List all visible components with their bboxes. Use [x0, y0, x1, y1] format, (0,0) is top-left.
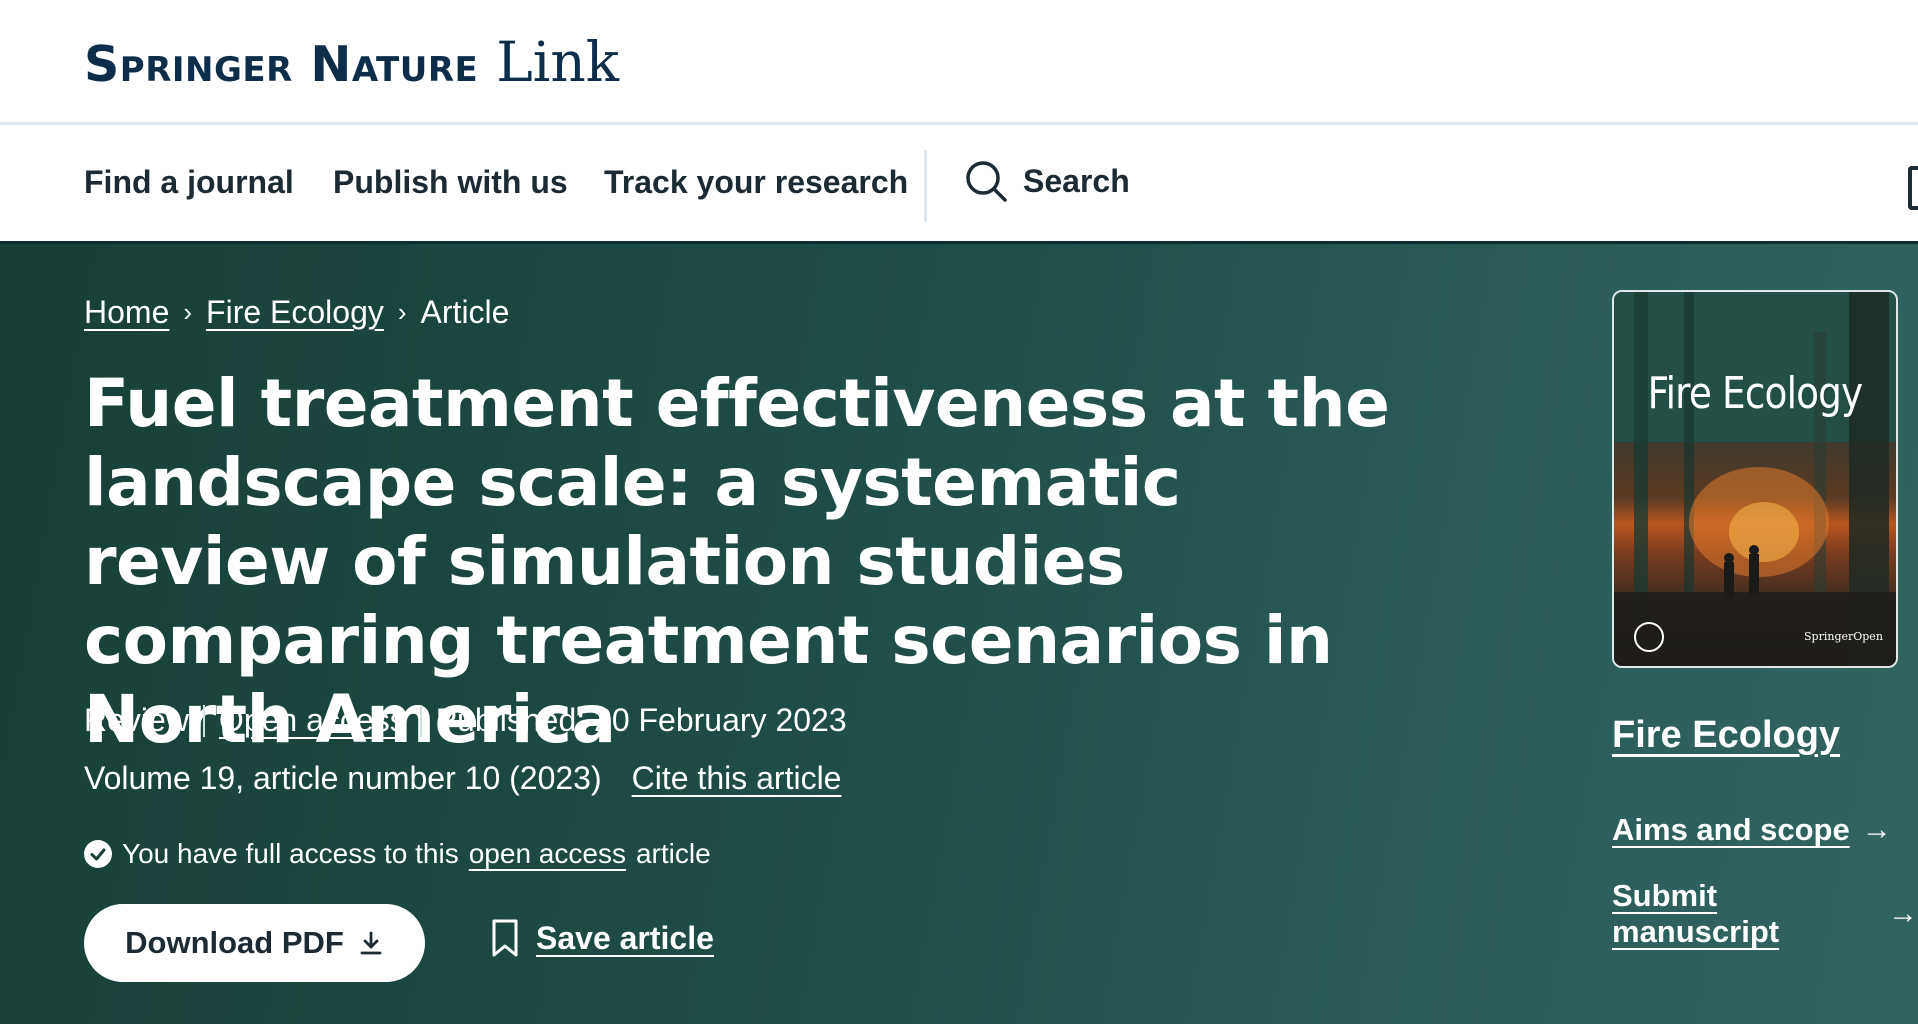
cite-article-link[interactable]: Cite this article: [632, 760, 842, 797]
access-prefix: You have full access to this: [122, 838, 459, 869]
breadcrumb-journal[interactable]: Fire Ecology: [206, 294, 384, 331]
chevron-right-icon: ›: [183, 297, 193, 327]
account-icon[interactable]: [1908, 166, 1918, 210]
breadcrumb: Home › Fire Ecology › Article: [84, 294, 509, 331]
journal-name-link[interactable]: Fire Ecology: [1612, 714, 1840, 757]
logo-brand: Springer Nature: [84, 36, 479, 93]
download-pdf-button[interactable]: Download PDF: [84, 904, 425, 982]
breadcrumb-current: Article: [420, 294, 510, 330]
nav-publish-with-us[interactable]: Publish with us: [333, 164, 568, 201]
logo-bar: Springer Nature Link: [0, 0, 1918, 125]
published-date: Published: 20 February 2023: [435, 702, 847, 738]
article-title: Fuel treatment effectiveness at the land…: [84, 365, 1390, 758]
logo-product: Link: [496, 30, 620, 94]
chevron-right-icon: ›: [397, 297, 407, 327]
search-button[interactable]: Search: [965, 160, 1130, 202]
search-label: Search: [1023, 162, 1130, 199]
submit-manuscript-label: Submit manuscript: [1612, 878, 1780, 949]
save-article-label: Save article: [536, 919, 714, 956]
nav-divider: [924, 150, 927, 222]
nav-find-journal[interactable]: Find a journal: [84, 164, 294, 201]
cover-publisher: SpringerOpen: [1804, 630, 1883, 643]
open-access-link[interactable]: Open access: [219, 702, 406, 739]
breadcrumb-home[interactable]: Home: [84, 294, 169, 331]
cover-image: [1614, 292, 1896, 666]
article-volume-row: Volume 19, article number 10 (2023) Cite…: [84, 760, 841, 797]
society-logo-icon: [1634, 622, 1664, 652]
search-icon: [966, 161, 1007, 202]
aims-scope-label: Aims and scope: [1612, 812, 1850, 847]
nav-track-research[interactable]: Track your research: [604, 164, 908, 201]
access-suffix: article: [635, 838, 711, 869]
save-article-button[interactable]: Save article: [490, 918, 714, 958]
bookmark-icon: [492, 919, 518, 957]
download-pdf-label: Download PDF: [125, 925, 344, 960]
arrow-right-icon: →: [1861, 813, 1892, 846]
article-type: Review: [84, 702, 189, 738]
submit-manuscript-link[interactable]: Submit manuscript →: [1612, 878, 1918, 950]
meta-divider: [202, 704, 205, 737]
page-bottom: [0, 1024, 1918, 1034]
article-hero: Home › Fire Ecology › Article Fuel treat…: [0, 244, 1918, 1024]
article-meta: Review Open access Published: 20 Februar…: [84, 702, 847, 739]
access-open-access-link[interactable]: open access: [469, 838, 626, 870]
aims-scope-link[interactable]: Aims and scope →: [1612, 812, 1892, 848]
arrow-right-icon: →: [1888, 897, 1918, 930]
meta-divider: [419, 704, 422, 737]
check-circle-icon: [84, 840, 112, 868]
download-icon: [360, 931, 382, 955]
site-logo[interactable]: Springer Nature Link: [84, 30, 619, 94]
journal-cover[interactable]: Fire Ecology SpringerOpen: [1612, 290, 1898, 668]
access-notice: You have full access to this open access…: [84, 838, 711, 870]
volume-info: Volume 19, article number 10 (2023): [84, 760, 602, 796]
main-nav: Find a journal Publish with us Track you…: [0, 128, 1918, 244]
cover-title: Fire Ecology: [1647, 368, 1864, 419]
